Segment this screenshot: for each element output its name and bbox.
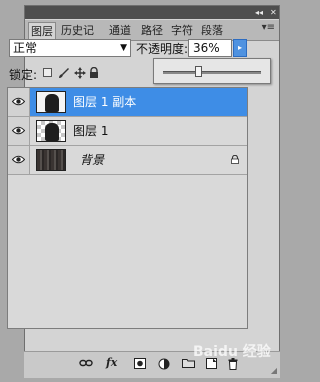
- opacity-slider-popup[interactable]: [153, 58, 271, 84]
- fx-icon[interactable]: fx: [106, 357, 117, 369]
- blend-mode-select[interactable]: 正常 ▼: [9, 39, 131, 57]
- layer-name[interactable]: 背景: [80, 146, 104, 175]
- opacity-field[interactable]: 36%: [188, 39, 232, 57]
- layer-name[interactable]: 图层 1 副本: [73, 88, 136, 117]
- opacity-label: 不透明度:: [136, 42, 189, 56]
- layer-main[interactable]: 图层 1: [30, 117, 247, 145]
- tab-channels[interactable]: 通道: [107, 22, 133, 39]
- tab-paths[interactable]: 路径: [139, 22, 165, 39]
- lock-paint-brush-icon[interactable]: [58, 67, 70, 82]
- close-icon[interactable]: ✕: [270, 7, 277, 18]
- opacity-slider-thumb[interactable]: [194, 66, 202, 77]
- opacity-slider-track[interactable]: [163, 71, 261, 74]
- blend-mode-value: 正常: [13, 41, 38, 55]
- chevron-down-icon: ▼: [120, 43, 127, 53]
- panel-menu-icon[interactable]: ▾≡: [262, 22, 275, 33]
- lock-move-icon[interactable]: [74, 67, 86, 82]
- watermark: Baidu 经验: [193, 344, 271, 360]
- eye-icon: [12, 97, 25, 106]
- adjustment-icon[interactable]: [158, 358, 170, 373]
- visibility-toggle[interactable]: [8, 117, 30, 145]
- layer-row[interactable]: 图层 1 副本: [8, 88, 247, 117]
- lock-label: 锁定:: [9, 68, 38, 82]
- layer-thumbnail: [36, 149, 66, 171]
- eye-icon: [12, 126, 25, 135]
- layer-row[interactable]: 背景: [8, 146, 247, 175]
- panel-titlebar: ◂◂ ✕: [25, 6, 279, 19]
- tab-paragraph[interactable]: 段落: [199, 22, 225, 39]
- layers-list: 图层 1 副本 图层 1 背景: [7, 87, 248, 329]
- opacity-slider-button[interactable]: ▸: [233, 39, 247, 57]
- eye-icon: [12, 155, 25, 164]
- panel-tab-bar: 图层 历史记 通道 路径 字符 段落 ▾≡: [25, 20, 279, 41]
- tab-character[interactable]: 字符: [169, 22, 195, 39]
- layer-main[interactable]: 背景: [30, 146, 247, 174]
- visibility-toggle[interactable]: [8, 88, 30, 116]
- layer-thumbnail: [36, 120, 66, 142]
- link-icon[interactable]: [79, 358, 93, 371]
- layer-thumbnail: [36, 91, 66, 113]
- collapse-icon[interactable]: ◂◂: [255, 7, 263, 18]
- resize-grip-icon[interactable]: ◢: [271, 366, 277, 375]
- visibility-toggle[interactable]: [8, 146, 30, 174]
- lock-transparency-icon[interactable]: [43, 68, 52, 77]
- tab-history[interactable]: 历史记: [59, 22, 96, 39]
- layer-main[interactable]: 图层 1 副本: [30, 88, 247, 116]
- mask-icon[interactable]: [134, 358, 146, 372]
- lock-all-icon[interactable]: [89, 66, 99, 82]
- lock-icon: [231, 155, 239, 164]
- layer-row[interactable]: 图层 1: [8, 117, 247, 146]
- layer-name[interactable]: 图层 1: [73, 117, 108, 146]
